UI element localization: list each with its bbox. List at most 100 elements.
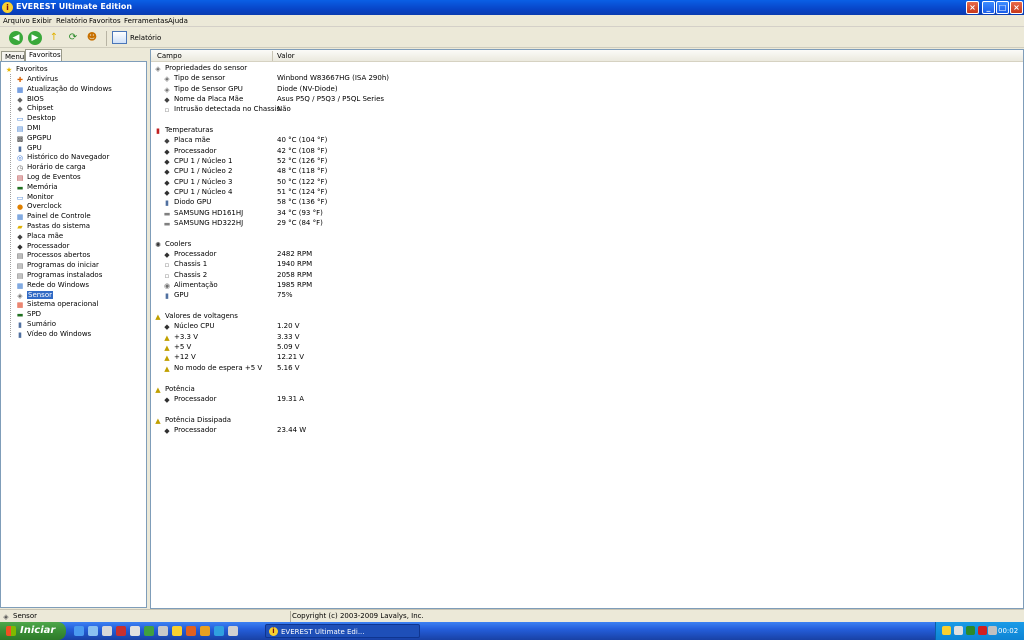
- tree-item-desktop[interactable]: ▭ Desktop: [16, 114, 56, 124]
- tree-item-gpgpu[interactable]: ▩ GPGPU: [16, 134, 52, 144]
- menu-arquivo[interactable]: Arquivo: [3, 17, 30, 25]
- table-row[interactable]: ◆ CPU 1 / Núcleo 4: [163, 188, 232, 198]
- tree-item-hor-rio-de-carga[interactable]: ◷ Horário de carga: [16, 163, 86, 173]
- gpu-icon: ▮: [165, 199, 169, 208]
- section-header[interactable]: ▲ Potência Dissipada: [154, 416, 231, 426]
- tree-item-bios[interactable]: ◆ BIOS: [16, 95, 44, 105]
- tree-item-overclock[interactable]: ● Overclock: [16, 202, 62, 212]
- forward-arrow-icon[interactable]: ▶: [28, 31, 42, 45]
- tray-antivirus-icon[interactable]: [978, 626, 987, 635]
- section-header[interactable]: ✺ Coolers: [154, 240, 191, 250]
- table-row[interactable]: ▫ Intrusão detectada no Chassis: [163, 105, 280, 115]
- table-row[interactable]: ◆ Processador: [163, 250, 216, 260]
- section-header[interactable]: ▲ Potência: [154, 385, 195, 395]
- tree-item-sensor[interactable]: ◈ Sensor: [16, 290, 53, 301]
- tree-item-rede-do-windows[interactable]: ▦ Rede do Windows: [16, 281, 89, 291]
- quicklaunch-app3-icon[interactable]: [144, 626, 154, 636]
- table-row[interactable]: ▫ Chassis 2: [163, 271, 208, 281]
- menu-exibir[interactable]: Exibir: [32, 17, 52, 25]
- table-row[interactable]: ▲ +12 V: [163, 353, 196, 363]
- quicklaunch-app-icon[interactable]: [116, 626, 126, 636]
- quicklaunch-app6-icon[interactable]: [214, 626, 224, 636]
- table-row[interactable]: ▲ No modo de espera +5 V: [163, 364, 262, 374]
- close-button[interactable]: ×: [1010, 1, 1023, 14]
- table-row[interactable]: ◆ Núcleo CPU: [163, 322, 214, 332]
- table-row[interactable]: ▮ GPU: [163, 291, 189, 301]
- table-row[interactable]: ◆ Nome da Placa Mãe: [163, 95, 243, 105]
- menu-favoritos[interactable]: Favoritos: [89, 17, 121, 25]
- tree-item-painel-de-controle[interactable]: ▦ Painel de Controle: [16, 212, 91, 222]
- table-row[interactable]: ▲ +3.3 V: [163, 333, 198, 343]
- table-row[interactable]: ▬ SAMSUNG HD322HJ: [163, 219, 244, 229]
- table-row[interactable]: ◆ CPU 1 / Núcleo 3: [163, 178, 232, 188]
- tree-item-hist-rico-do-navegador[interactable]: ◎ Histórico do Navegador: [16, 153, 109, 163]
- tree-item-pastas-do-sistema[interactable]: ▰ Pastas do sistema: [16, 222, 90, 232]
- start-button[interactable]: Iniciar: [0, 622, 66, 640]
- tray-shield-icon[interactable]: [954, 626, 963, 635]
- table-row[interactable]: ◆ Processador: [163, 147, 216, 157]
- tree-item-sistema-operacional[interactable]: ▦ Sistema operacional: [16, 300, 99, 310]
- tree-item-monitor[interactable]: ▭ Monitor: [16, 193, 54, 203]
- tree-item-gpu[interactable]: ▮ GPU: [16, 144, 42, 154]
- tree-item-processos-abertos[interactable]: ▤ Processos abertos: [16, 251, 91, 261]
- tab-favoritos[interactable]: Favoritos: [25, 49, 62, 61]
- quicklaunch-app2-icon[interactable]: [130, 626, 140, 636]
- tree-item-label: Histórico do Navegador: [27, 153, 110, 162]
- quicklaunch-everest-icon[interactable]: [172, 626, 182, 636]
- column-campo[interactable]: Campo: [157, 52, 182, 60]
- tray-check-icon[interactable]: [966, 626, 975, 635]
- up-folder-icon[interactable]: ↑: [47, 31, 61, 45]
- tab-menu[interactable]: Menu: [1, 51, 25, 61]
- table-row[interactable]: ◆ Processador: [163, 395, 216, 405]
- tree-item-chipset[interactable]: ◆ Chipset: [16, 104, 53, 114]
- menu-ferramentas[interactable]: Ferramentas: [124, 17, 168, 25]
- quicklaunch-app5-icon[interactable]: [200, 626, 210, 636]
- users-icon[interactable]: ☻: [85, 31, 99, 45]
- refresh-icon[interactable]: ⟳: [66, 31, 80, 45]
- tree-item-dmi[interactable]: ▤ DMI: [16, 124, 41, 134]
- table-row[interactable]: ◉ Alimentação: [163, 281, 218, 291]
- table-row[interactable]: ◈ Tipo de sensor: [163, 74, 225, 84]
- section-header[interactable]: ▮ Temperaturas: [154, 126, 213, 136]
- quicklaunch-search-icon[interactable]: [102, 626, 112, 636]
- tree-item-programas-do-iniciar[interactable]: ▤ Programas do iniciar: [16, 261, 99, 271]
- column-valor[interactable]: Valor: [277, 52, 295, 60]
- section-header[interactable]: ▲ Valores de voltagens: [154, 312, 238, 322]
- column-divider[interactable]: [272, 51, 273, 61]
- quicklaunch-app4-icon[interactable]: [158, 626, 168, 636]
- table-row[interactable]: ▫ Chassis 1: [163, 260, 208, 270]
- menu-ajuda[interactable]: Ajuda: [168, 17, 188, 25]
- table-row[interactable]: ▲ +5 V: [163, 343, 191, 353]
- tree-root-favoritos[interactable]: ★ Favoritos: [5, 65, 48, 74]
- tree-item-processador[interactable]: ◆ Processador: [16, 242, 69, 252]
- quicklaunch-firefox-icon[interactable]: [186, 626, 196, 636]
- tree-item-spd[interactable]: ▬ SPD: [16, 310, 41, 320]
- tree-item-antiv-rus[interactable]: ✚ Antivírus: [16, 75, 58, 85]
- minimize-button[interactable]: _: [982, 1, 995, 14]
- taskbar-everest-button[interactable]: i EVEREST Ultimate Edi...: [265, 624, 420, 638]
- section-header[interactable]: ◈ Propriedades do sensor: [154, 64, 247, 74]
- maximize-button[interactable]: □: [996, 1, 1009, 14]
- table-row[interactable]: ◈ Tipo de Sensor GPU: [163, 85, 243, 95]
- menu-relatorio[interactable]: Relatório: [56, 17, 87, 25]
- quicklaunch-app7-icon[interactable]: [228, 626, 238, 636]
- tray-volume-icon[interactable]: [988, 626, 997, 635]
- tree-item-placa-m-e[interactable]: ◆ Placa mãe: [16, 232, 63, 242]
- tray-everest-icon[interactable]: [942, 626, 951, 635]
- table-row[interactable]: ◆ CPU 1 / Núcleo 1: [163, 157, 232, 167]
- tree-item-v-deo-do-windows[interactable]: ▮ Vídeo do Windows: [16, 330, 91, 340]
- help-close-button[interactable]: ×: [966, 1, 979, 14]
- tree-item-log-de-eventos[interactable]: ▤ Log de Eventos: [16, 173, 81, 183]
- table-row[interactable]: ◆ CPU 1 / Núcleo 2: [163, 167, 232, 177]
- back-arrow-icon[interactable]: ◀: [9, 31, 23, 45]
- quicklaunch-ie-icon[interactable]: [74, 626, 84, 636]
- tree-item-atualiza-o-do-windows[interactable]: ▦ Atualização do Windows: [16, 85, 112, 95]
- table-row[interactable]: ◆ Processador: [163, 426, 216, 436]
- tree-item-sum-rio[interactable]: ▮ Sumário: [16, 320, 56, 330]
- table-row[interactable]: ▬ SAMSUNG HD161HJ: [163, 209, 244, 219]
- table-row[interactable]: ▮ Diodo GPU: [163, 198, 211, 208]
- tree-item-mem-ria[interactable]: ▬ Memória: [16, 183, 58, 193]
- tree-item-programas-instalados[interactable]: ▤ Programas instalados: [16, 271, 103, 281]
- quicklaunch-desktop-icon[interactable]: [88, 626, 98, 636]
- table-row[interactable]: ◆ Placa mãe: [163, 136, 210, 146]
